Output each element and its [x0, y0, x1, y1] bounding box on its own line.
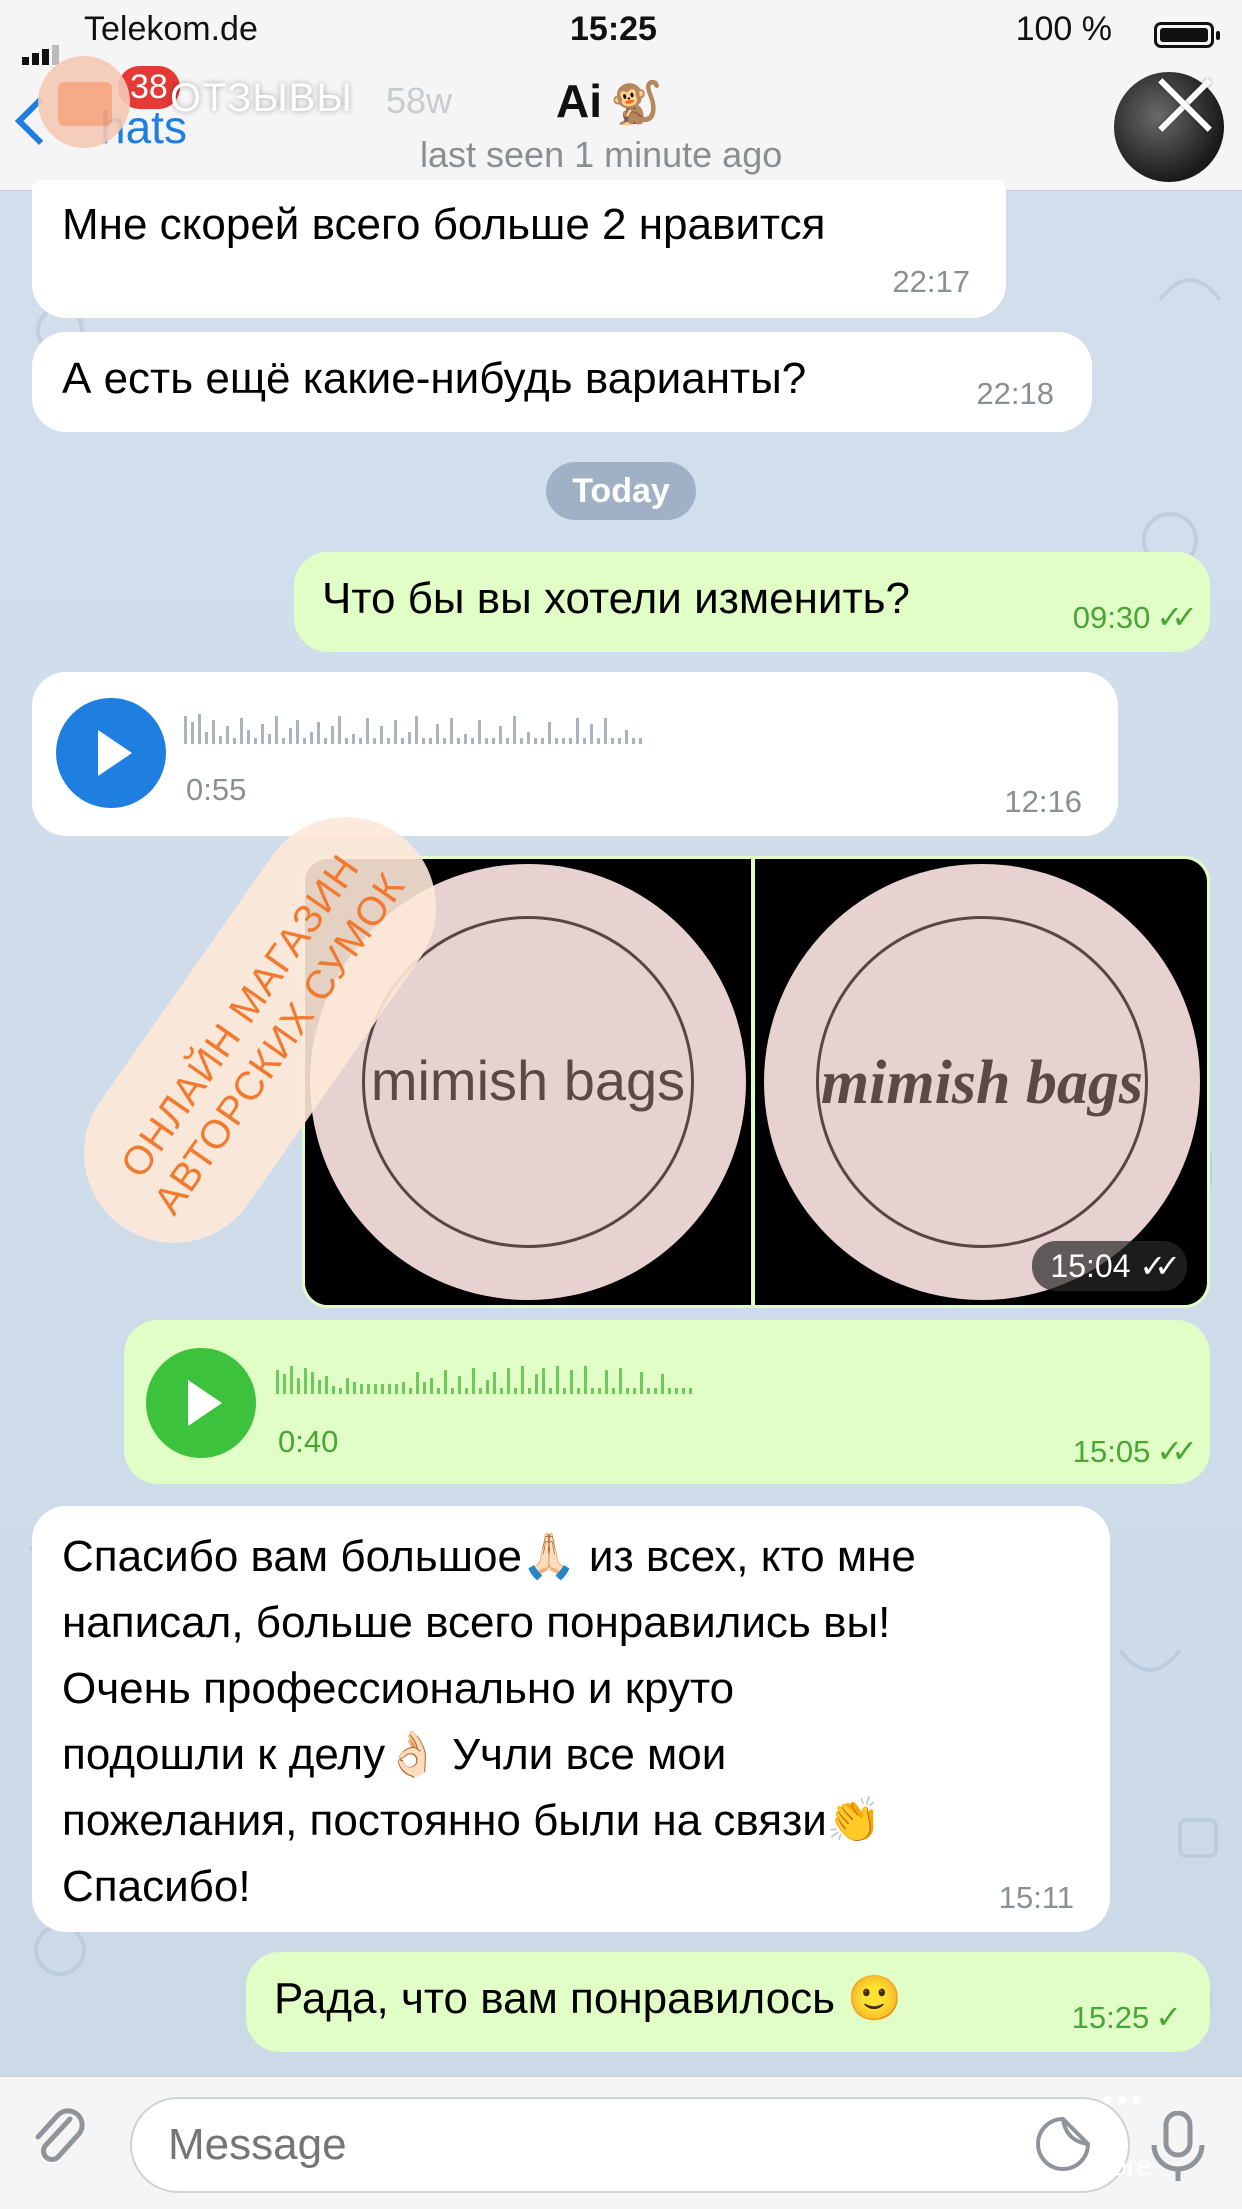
message-line: Очень профессионально и круто [62, 1664, 735, 1713]
message-outgoing: Что бы вы хотели изменить? 09:30 ✓✓ [294, 552, 1210, 652]
more-button[interactable]: More [1088, 2150, 1152, 2182]
message-time: 12:16 [1004, 784, 1082, 819]
message-text: А есть ещё какие-нибудь варианты? [62, 354, 807, 403]
attach-icon[interactable] [30, 2105, 86, 2169]
voice-message-incoming: 0:55 12:16 [32, 672, 1118, 836]
message-time: 15:11 [998, 1880, 1074, 1915]
message-outgoing: Рада, что вам понравилось 🙂 15:25 ✓ [246, 1952, 1210, 2052]
time-text: 15:25 [1071, 2000, 1150, 2035]
image-divider [751, 859, 755, 1305]
message-line: Спасибо! [62, 1862, 251, 1911]
clock: 15:25 [570, 10, 657, 48]
message-incoming: Мне скорей всего больше 2 нравится 22:17 [32, 180, 1006, 318]
message-time: 15:25 ✓ [1072, 1998, 1182, 2036]
story-title: ОТЗЫВЫ [170, 76, 353, 120]
message-text: Спасибо вам большое🙏🏻 из всех, кто мне н… [62, 1524, 1092, 1920]
message-line: Спасибо вам большое🙏🏻 из всех, кто мне [62, 1532, 916, 1581]
signal-icon [22, 26, 62, 65]
message-input[interactable] [130, 2097, 1130, 2193]
message-time: 15:04 ✓✓ [1032, 1241, 1187, 1291]
battery-icon [1154, 22, 1220, 48]
brand-text: mimish bags [370, 1049, 686, 1112]
message-line: написал, больше всего понравились вы! [62, 1598, 891, 1647]
carrier-label: Telekom.de [84, 10, 258, 48]
voice-message-outgoing: 0:40 15:05 ✓✓ [124, 1320, 1210, 1484]
story-avatar [38, 56, 130, 148]
more-dots[interactable]: ••• [1102, 2084, 1146, 2118]
message-line: пожелания, постоянно были на связи👏 [62, 1796, 882, 1845]
waveform[interactable] [276, 1366, 1176, 1406]
status-bar: Telekom.de 15:25 100 % [0, 8, 1242, 65]
double-check-icon: ✓✓ [1156, 1433, 1197, 1469]
mic-icon[interactable] [1148, 2111, 1208, 2183]
battery-percent: 100 % [1015, 10, 1112, 48]
image-message[interactable]: mimish bags mimish bags 15:04 ✓✓ [302, 856, 1210, 1308]
single-check-icon: ✓ [1155, 1999, 1182, 2035]
close-icon[interactable] [1150, 70, 1220, 140]
message-line: подошли к делу👌🏻 Учли все мои [62, 1730, 727, 1779]
message-incoming: А есть ещё какие-нибудь варианты? 22:18 [32, 332, 1092, 432]
logo-variant-2: mimish bags [759, 859, 1205, 1305]
last-seen-status: last seen 1 minute ago [420, 134, 783, 175]
message-text: Что бы вы хотели изменить? [322, 574, 911, 623]
message-time: 15:05 ✓✓ [1072, 1432, 1198, 1470]
message-text: Рада, что вам понравилось 🙂 [274, 1974, 903, 2023]
voice-duration: 0:40 [278, 1424, 339, 1459]
time-text: 15:04 [1050, 1248, 1131, 1284]
chat-title[interactable]: Ai 🐒 [556, 74, 662, 128]
sticker-icon[interactable] [1034, 2115, 1092, 2173]
time-text: 15:05 [1072, 1434, 1151, 1469]
monkey-emoji: 🐒 [610, 79, 663, 126]
voice-duration: 0:55 [186, 772, 247, 807]
message-time: 09:30 ✓✓ [1072, 598, 1198, 636]
play-icon[interactable] [146, 1348, 256, 1458]
date-separator: Today [546, 462, 696, 520]
double-check-icon: ✓✓ [1139, 1248, 1180, 1284]
message-incoming: Спасибо вам большое🙏🏻 из всех, кто мне н… [32, 1506, 1110, 1932]
chat-name-text: Ai [556, 75, 602, 127]
message-time: 22:17 [892, 264, 970, 299]
story-age: 58w [386, 80, 453, 121]
logo-disc: mimish bags [764, 864, 1200, 1300]
double-check-icon: ✓✓ [1156, 599, 1197, 635]
message-text: Мне скорей всего больше 2 нравится [62, 200, 826, 249]
message-time: 22:18 [976, 376, 1054, 411]
play-icon[interactable] [56, 698, 166, 808]
navigation-bar: Telekom.de 15:25 100 % hats 38 ОТЗЫВЫ 58… [0, 0, 1242, 191]
waveform[interactable] [184, 714, 1084, 754]
message-composer [0, 2076, 1242, 2209]
brand-text-script: mimish bags [820, 1049, 1144, 1117]
time-text: 09:30 [1072, 600, 1151, 635]
